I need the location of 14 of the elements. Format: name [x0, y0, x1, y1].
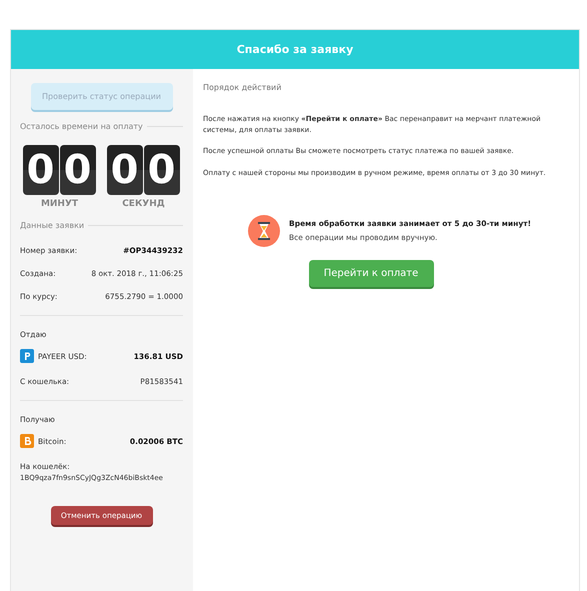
bitcoin-icon [20, 434, 34, 448]
letter-p-icon [20, 349, 34, 363]
page-title: Спасибо за заявку [236, 43, 354, 56]
section-heading: Порядок действий [203, 83, 282, 92]
section-heading: Данные заявки [20, 221, 84, 230]
section-heading: Осталось времени на оплату [20, 122, 143, 131]
timer-label: СЕКУНД [122, 199, 165, 209]
flip-digit: 0 [60, 145, 96, 195]
hourglass-icon [248, 214, 280, 247]
flip-digit: 0 [106, 145, 142, 195]
flip-digit: 0 [144, 145, 180, 195]
timer-label: МИНУТ [40, 199, 78, 209]
flip-digit: 0 [22, 145, 58, 195]
pay-button[interactable]: Перейти к оплате [308, 260, 434, 287]
